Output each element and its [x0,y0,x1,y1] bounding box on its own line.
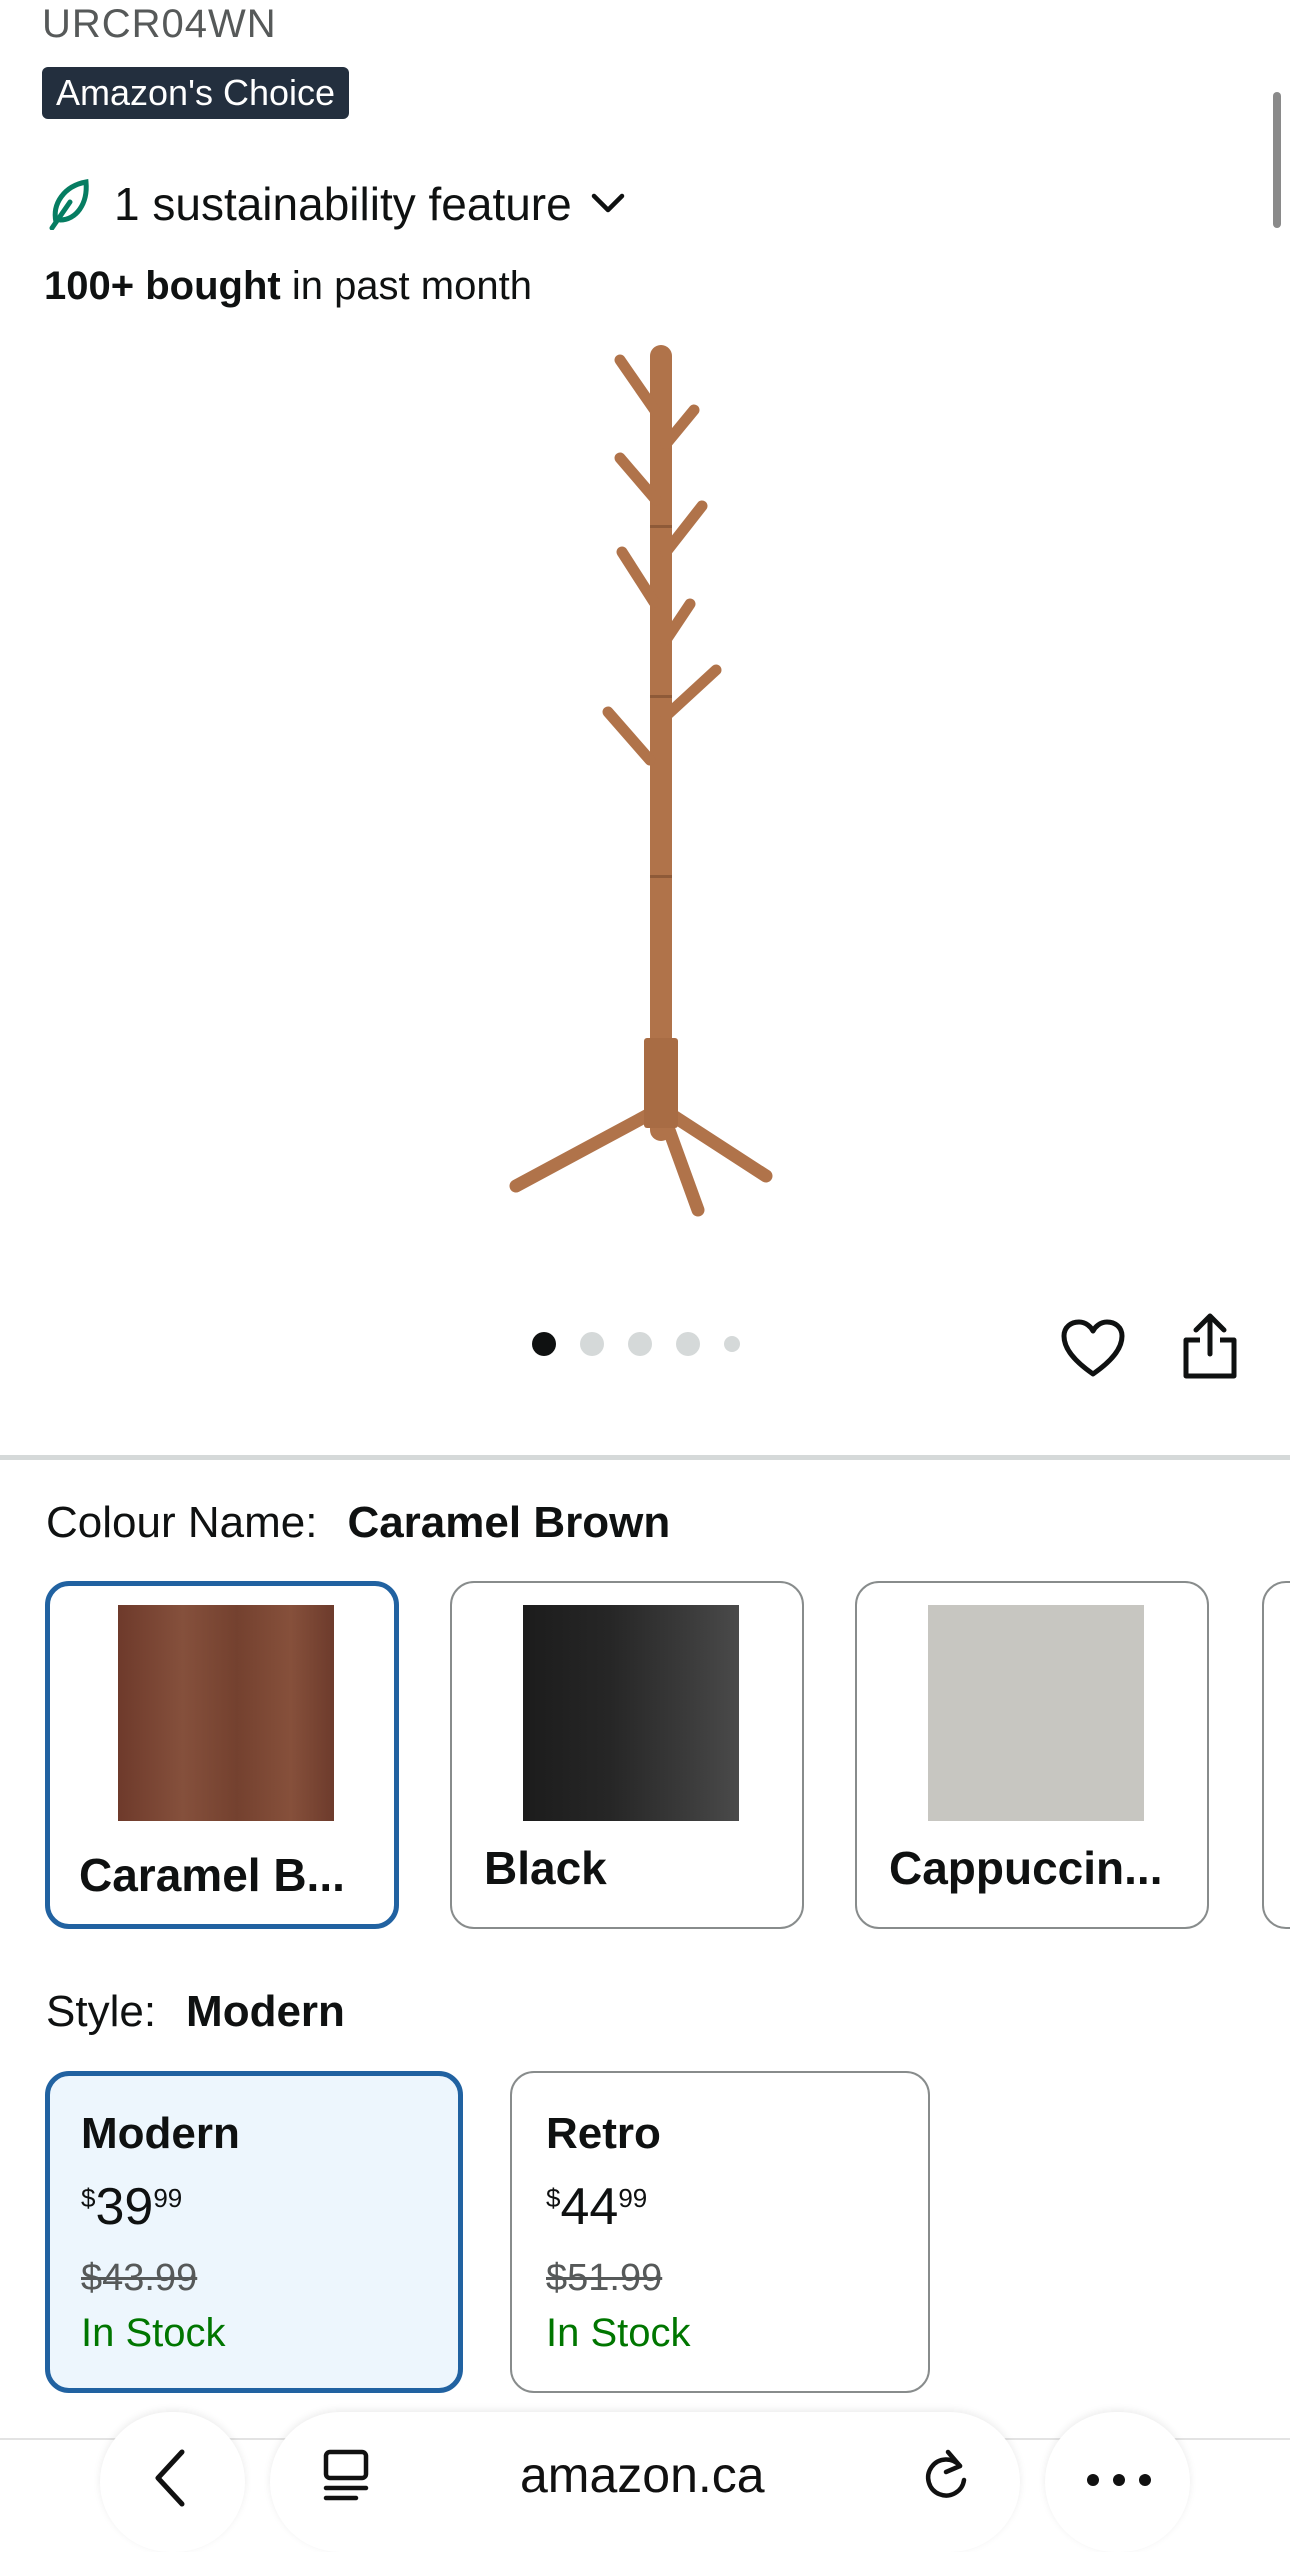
style-stock-status: In Stock [81,2311,226,2355]
bought-count: 100+ bought [44,264,281,308]
leaf-icon [49,179,89,230]
share-icon[interactable] [1180,1312,1240,1382]
image-carousel-dots[interactable] [532,1332,740,1356]
bought-suffix: in past month [280,264,532,308]
url-text[interactable]: amazon.ca [520,2446,765,2504]
style-name: Retro [546,2109,661,2158]
more-dots-icon [1087,2474,1151,2486]
colour-name-label: Colour Name: Caramel Brown [46,1498,670,1548]
carousel-dot-2[interactable] [580,1332,604,1356]
colour-option-black[interactable]: Black [450,1581,804,1929]
heart-icon[interactable] [1060,1318,1126,1380]
section-divider [0,1455,1290,1460]
colour-option-next-peek[interactable] [1262,1581,1290,1929]
bought-in-past-month: 100+ bought in past month [44,264,532,309]
swatch-image [523,1605,739,1821]
style-was-price: $51.99 [546,2257,663,2299]
swatch-image [928,1605,1144,1821]
style-option-modern[interactable]: Modern $3999 $43.99 In Stock [45,2071,463,2393]
carousel-dot-4[interactable] [676,1332,700,1356]
address-bar[interactable]: amazon.ca [270,2412,1020,2552]
swatch-label: Caramel B... [79,1849,345,1901]
style-option-retro[interactable]: Retro $4499 $51.99 In Stock [510,2071,930,2393]
style-selected-value: Modern [186,1987,345,2036]
swatch-image [118,1605,334,1821]
carousel-dot-5[interactable] [724,1336,740,1352]
sustainability-label: 1 sustainability feature [114,178,572,230]
style-stock-status: In Stock [546,2311,691,2355]
colour-label-text: Colour Name: [46,1498,318,1547]
style-name: Modern [81,2109,240,2158]
swatch-label: Cappuccin... [889,1842,1163,1894]
chevron-down-icon [591,193,624,213]
style-price: $4499 [546,2178,648,2236]
page-scrollbar[interactable] [1273,92,1281,228]
style-was-price: $43.99 [81,2257,198,2299]
swatch-label: Black [484,1842,607,1894]
style-label-text: Style: [46,1987,157,2036]
chevron-left-icon [155,2449,185,2507]
style-price: $3999 [81,2178,183,2236]
brand-code[interactable]: URCR04WN [42,2,277,47]
more-options-button[interactable] [1045,2412,1190,2552]
reload-icon[interactable] [920,2446,972,2506]
style-label: Style: Modern [46,1987,345,2037]
tab-overview-icon[interactable] [320,2448,372,2504]
carousel-dot-1[interactable] [532,1332,556,1356]
amazons-choice-badge: Amazon's Choice [42,67,349,119]
colour-option-cappuccino[interactable]: Cappuccin... [855,1581,1209,1929]
carousel-dot-3[interactable] [628,1332,652,1356]
back-button[interactable] [100,2412,245,2552]
colour-selected-value: Caramel Brown [347,1498,671,1547]
colour-option-caramel[interactable]: Caramel B... [45,1581,399,1929]
product-image[interactable] [480,340,810,1230]
sustainability-feature-toggle[interactable]: 1 sustainability feature [48,172,648,236]
